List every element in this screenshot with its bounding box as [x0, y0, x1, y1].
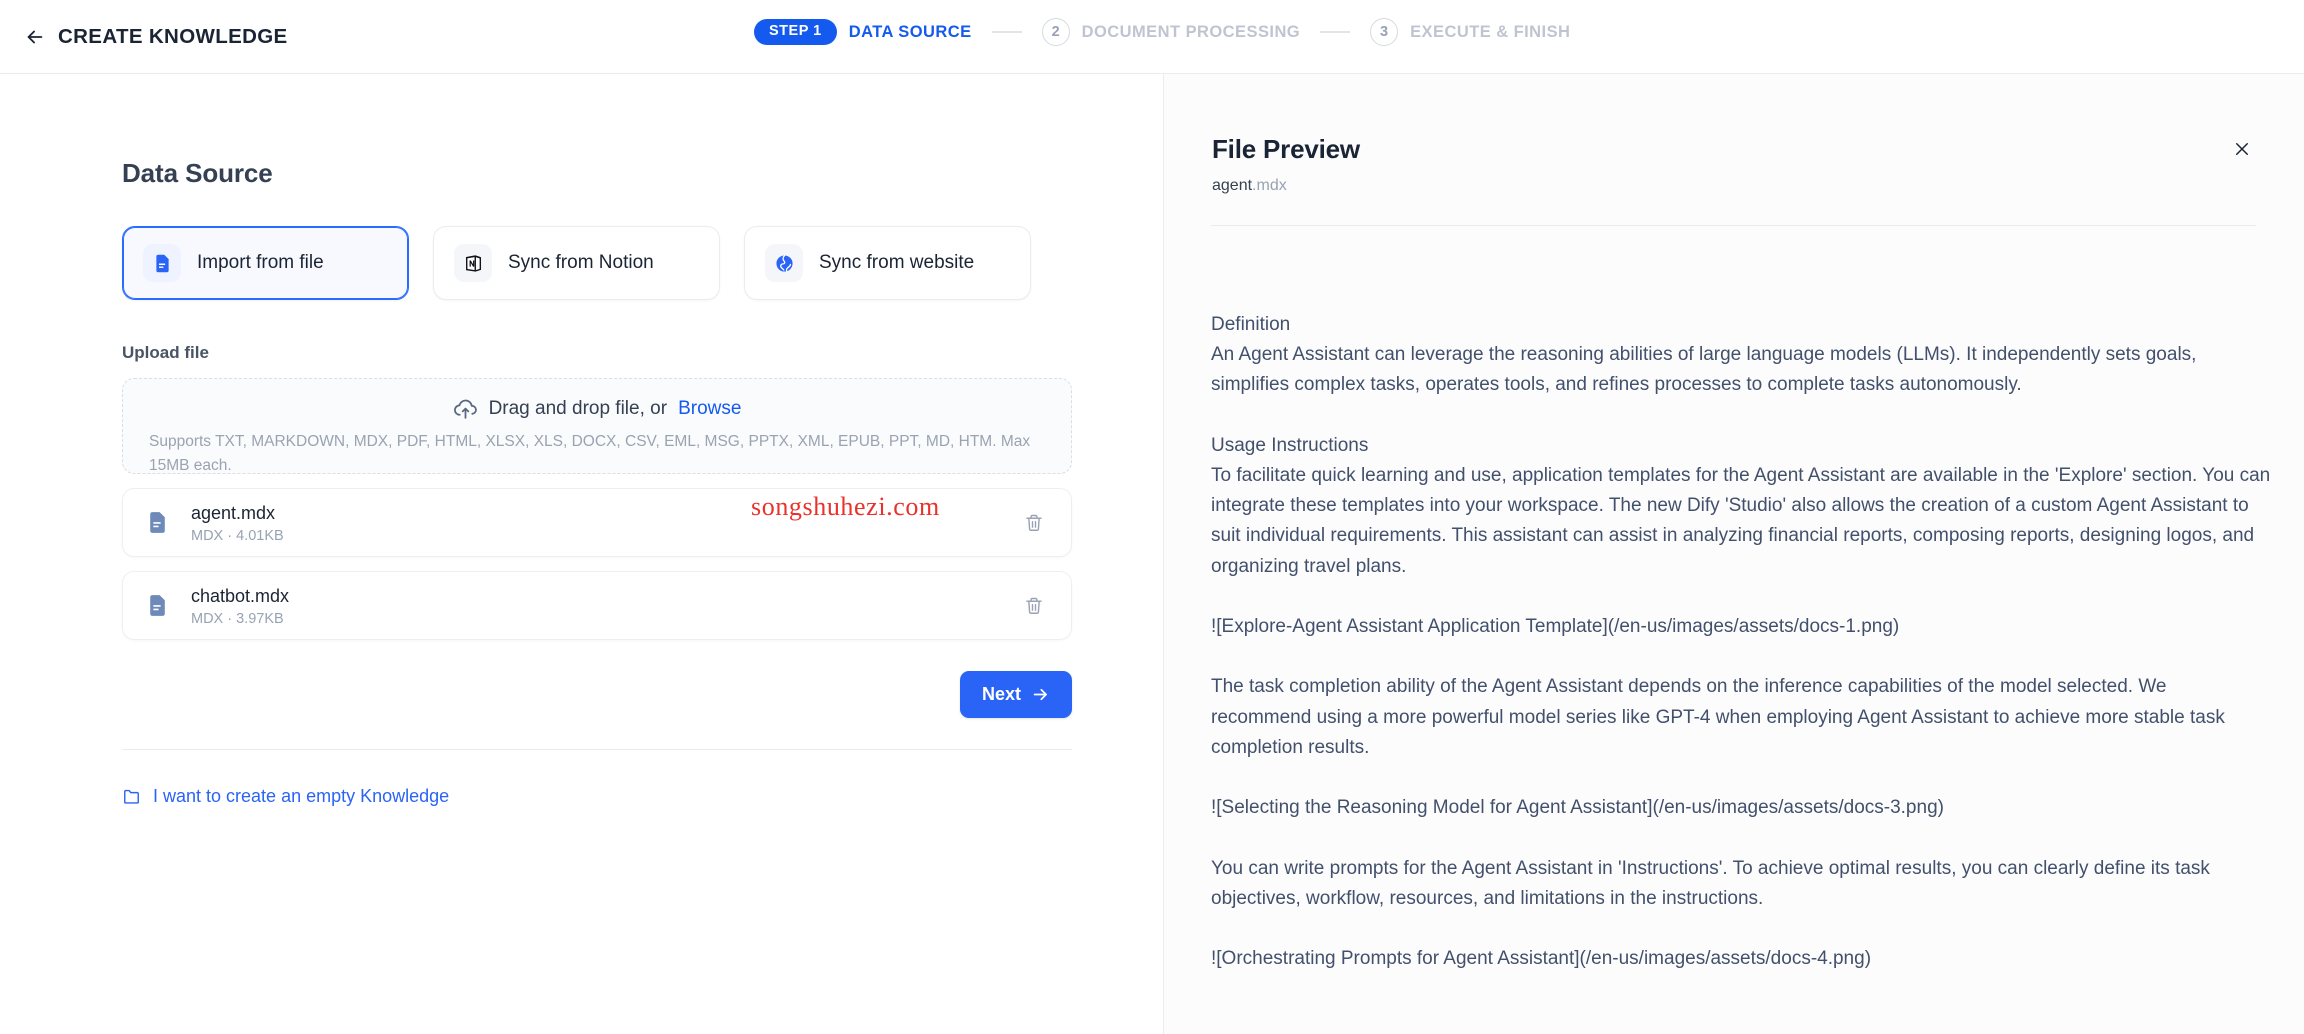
file-document-icon	[145, 510, 175, 535]
step-item-data-source[interactable]: STEP 1 DATA SOURCE	[754, 19, 972, 45]
source-card-import-from-file[interactable]: Import from file	[122, 226, 409, 300]
file-info: chatbot.mdx MDX · 3.97KB	[191, 584, 1019, 626]
step-label-3: EXECUTE & FINISH	[1410, 23, 1570, 42]
file-preview-content: Definition An Agent Assistant can levera…	[1211, 310, 2271, 974]
data-source-content: Data Source Import from file	[122, 158, 1072, 811]
data-source-pane: Data Source Import from file	[0, 74, 1162, 1034]
dropzone-prompt-text: Drag and drop file, or	[489, 398, 668, 420]
trash-icon	[1024, 513, 1044, 533]
close-preview-button[interactable]	[2227, 134, 2257, 164]
step-badge-2: 2	[1042, 18, 1070, 46]
table-row[interactable]: agent.mdx MDX · 4.01KB	[122, 488, 1072, 557]
browse-link[interactable]: Browse	[678, 398, 741, 420]
next-button-row: Next	[122, 671, 1072, 718]
file-preview-filename-ext: .mdx	[1252, 177, 1287, 194]
table-row[interactable]: chatbot.mdx MDX · 3.97KB	[122, 571, 1072, 640]
create-empty-knowledge-link[interactable]: I want to create an empty Knowledge	[122, 786, 449, 807]
file-preview-filename-base: agent	[1212, 177, 1252, 194]
file-document-icon	[143, 244, 181, 282]
folder-icon	[122, 787, 141, 806]
step-label-2: DOCUMENT PROCESSING	[1082, 23, 1300, 42]
file-meta: MDX · 4.01KB	[191, 528, 1019, 544]
page-title: CREATE KNOWLEDGE	[58, 25, 288, 49]
source-card-sync-from-notion[interactable]: Sync from Notion	[433, 226, 720, 300]
dropzone-supported-formats: Supports TXT, MARKDOWN, MDX, PDF, HTML, …	[149, 430, 1045, 478]
create-empty-knowledge-label: I want to create an empty Knowledge	[153, 786, 449, 807]
step-indicator: STEP 1 DATA SOURCE 2 DOCUMENT PROCESSING…	[754, 18, 1570, 46]
step-item-execute-finish[interactable]: 3 EXECUTE & FINISH	[1370, 18, 1570, 46]
next-button[interactable]: Next	[960, 671, 1072, 718]
file-document-icon	[145, 593, 175, 618]
next-button-label: Next	[982, 684, 1021, 705]
source-card-label-0: Import from file	[197, 252, 324, 274]
file-name: chatbot.mdx	[191, 584, 1019, 608]
section-title: Data Source	[122, 158, 1072, 189]
file-meta: MDX · 3.97KB	[191, 611, 1019, 627]
back-button[interactable]	[18, 20, 52, 54]
file-preview-header: File Preview agent.mdx	[1212, 134, 2257, 195]
file-info: agent.mdx MDX · 4.01KB	[191, 501, 1019, 543]
step-badge-3: 3	[1370, 18, 1398, 46]
file-name: agent.mdx	[191, 501, 1019, 525]
arrow-right-icon	[1031, 685, 1050, 704]
arrow-left-icon	[24, 26, 46, 48]
source-card-label-1: Sync from Notion	[508, 252, 654, 274]
cloud-upload-icon	[453, 396, 478, 421]
notion-icon	[454, 244, 492, 282]
source-card-group: Import from file Sync from Notion	[122, 226, 1072, 300]
source-card-sync-from-website[interactable]: Sync from website	[744, 226, 1031, 300]
delete-file-button[interactable]	[1019, 591, 1049, 621]
source-card-label-2: Sync from website	[819, 252, 974, 274]
file-preview-filename: agent.mdx	[1212, 177, 2257, 195]
file-preview-divider	[1211, 225, 2256, 226]
close-icon	[2233, 140, 2251, 158]
step-label-1: DATA SOURCE	[849, 23, 972, 42]
step-item-document-processing[interactable]: 2 DOCUMENT PROCESSING	[1042, 18, 1300, 46]
file-dropzone[interactable]: Drag and drop file, or Browse Supports T…	[122, 378, 1072, 474]
delete-file-button[interactable]	[1019, 508, 1049, 538]
globe-icon	[765, 244, 803, 282]
dropzone-prompt-row: Drag and drop file, or Browse	[149, 396, 1045, 421]
upload-file-label: Upload file	[122, 343, 1072, 363]
step-badge-1: STEP 1	[754, 19, 837, 45]
trash-icon	[1024, 596, 1044, 616]
file-preview-title: File Preview	[1212, 134, 2257, 165]
step-divider-1	[992, 31, 1022, 33]
divider	[122, 749, 1072, 750]
step-divider-2	[1320, 31, 1350, 33]
